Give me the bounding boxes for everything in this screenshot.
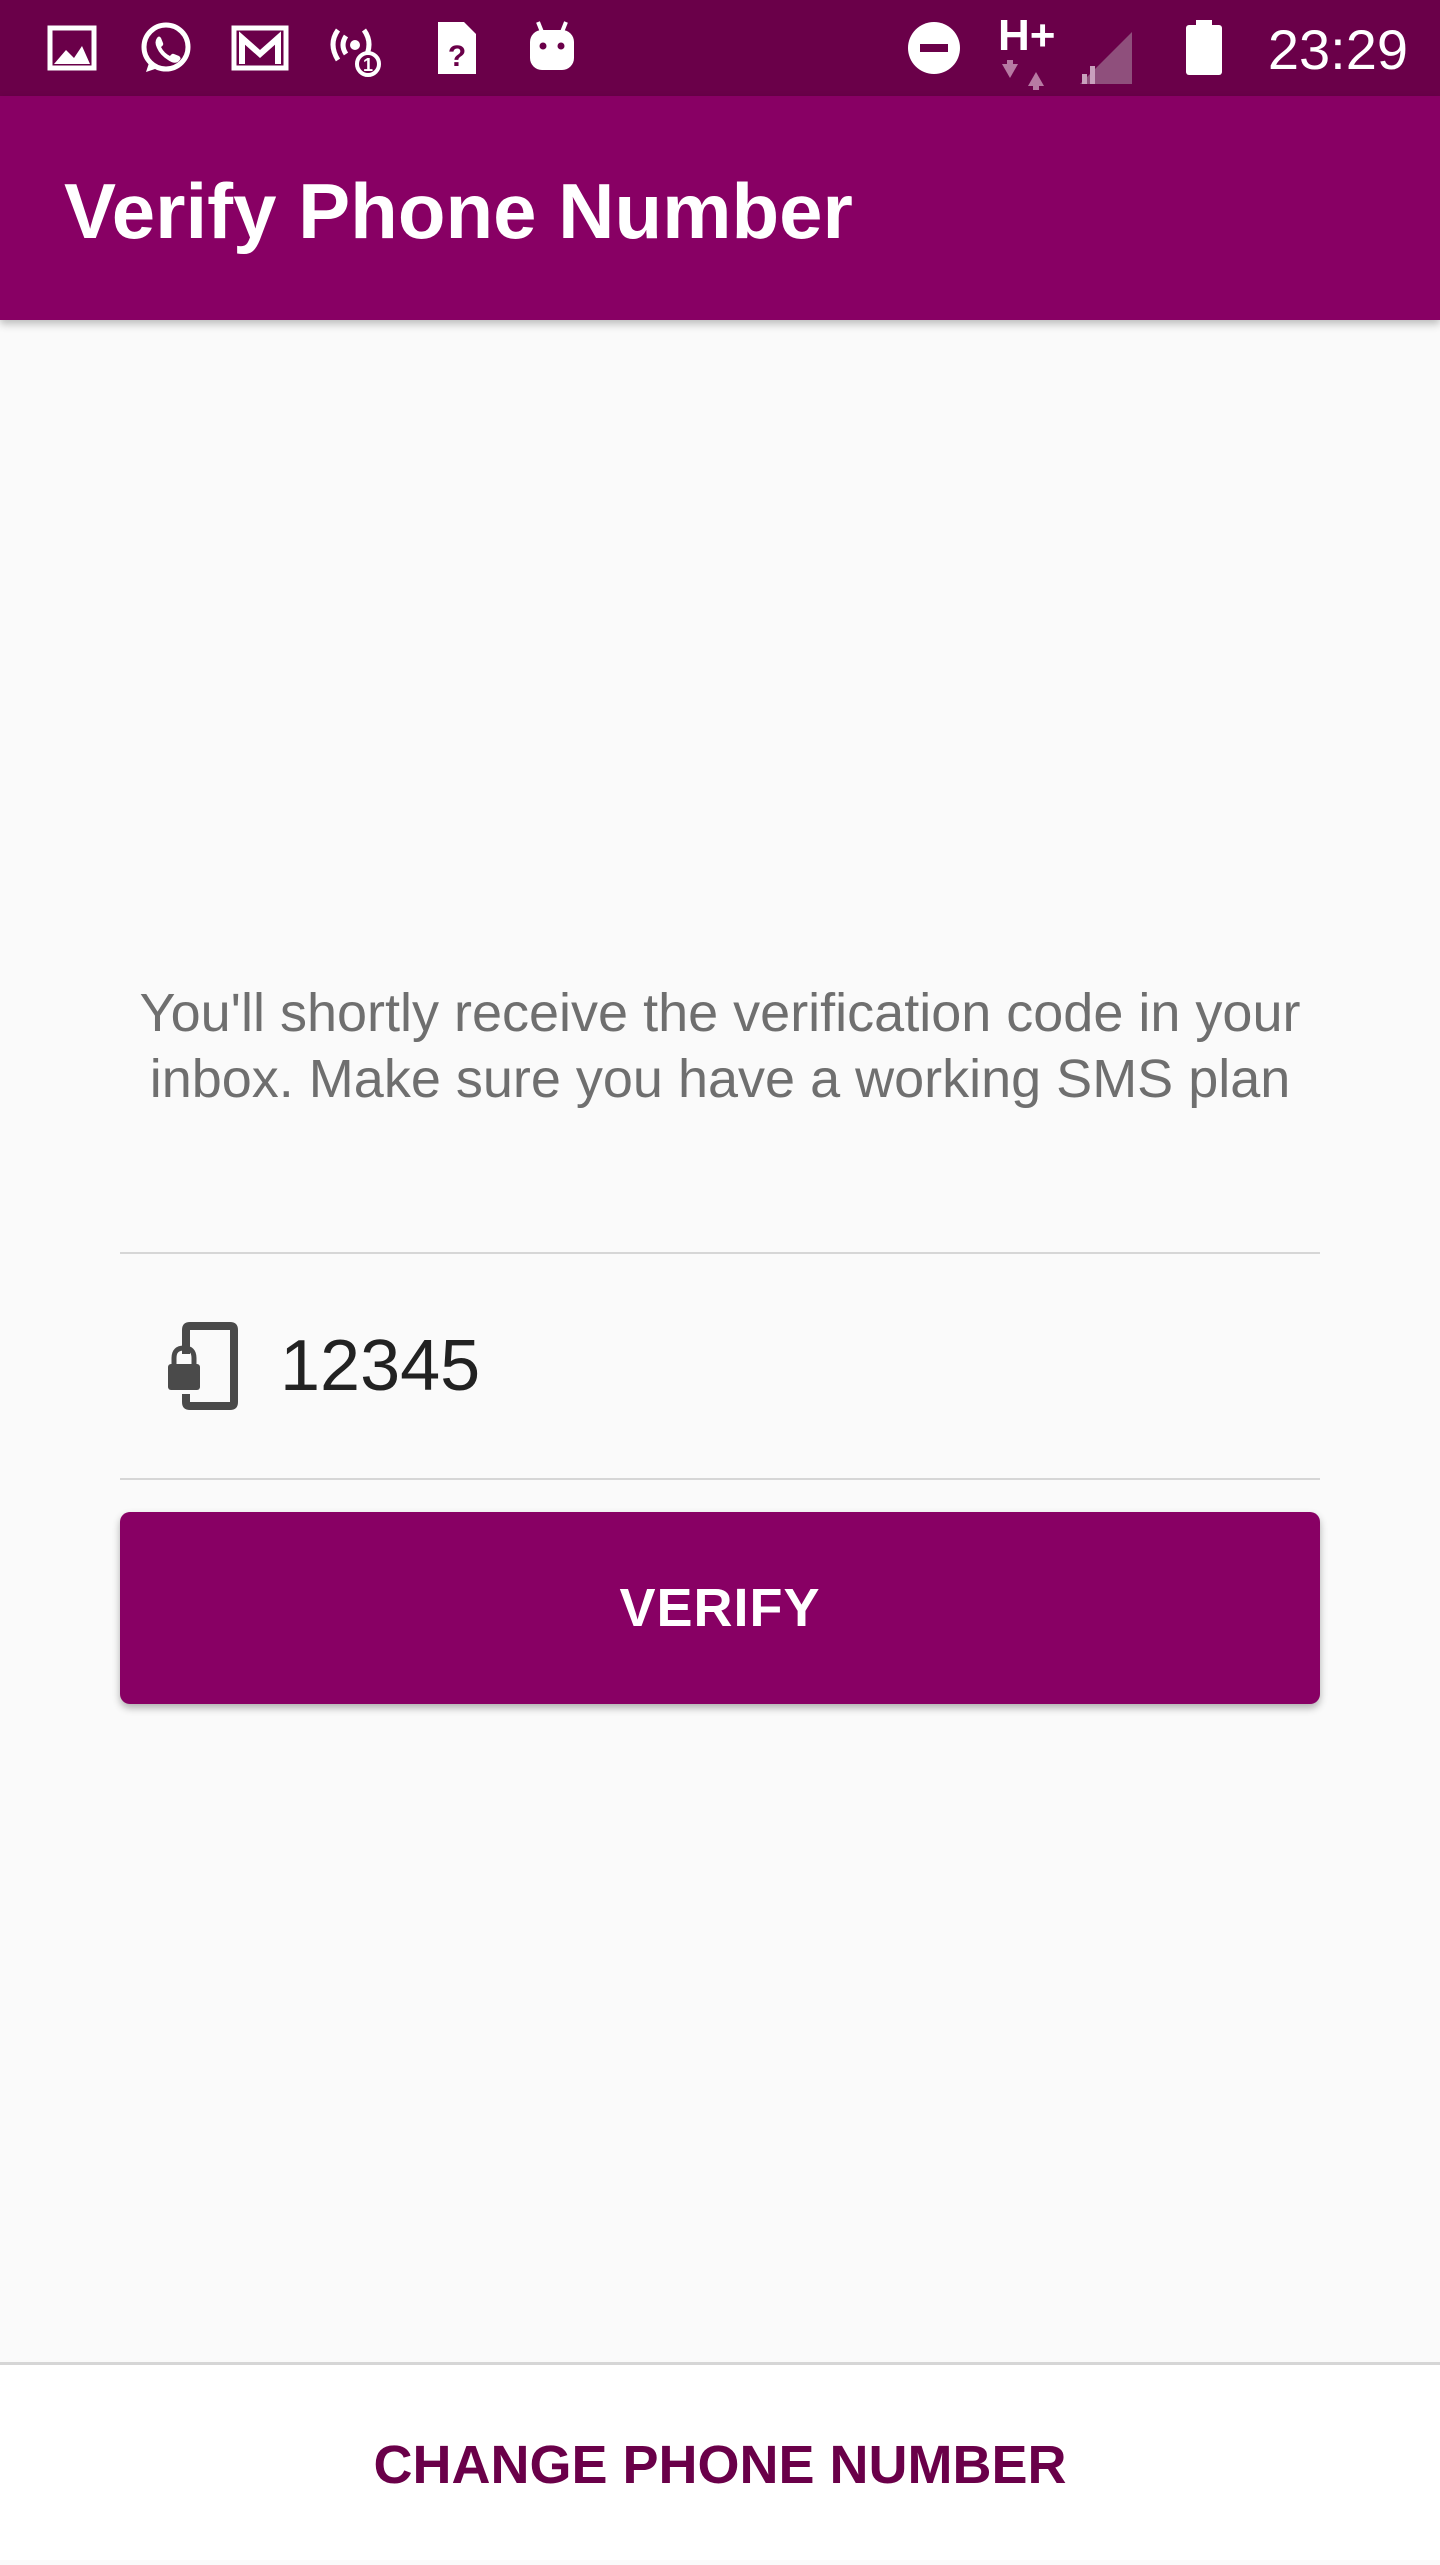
page-title: Verify Phone Number xyxy=(64,167,853,255)
verify-button[interactable]: VERIFY xyxy=(120,1512,1320,1704)
status-bar: 1 ? H+ 23:29 xyxy=(0,0,1440,96)
android-icon xyxy=(530,21,574,70)
svg-text:?: ? xyxy=(448,40,466,73)
whatsapp-icon xyxy=(141,22,191,72)
app-bar: Verify Phone Number xyxy=(0,96,1440,320)
do-not-disturb-icon xyxy=(908,22,960,74)
signal-icon xyxy=(1080,32,1132,84)
gmail-icon xyxy=(231,25,289,71)
change-phone-number-button[interactable]: CHANGE PHONE NUMBER xyxy=(0,2365,1440,2563)
sim-unknown-icon: ? xyxy=(438,22,476,74)
status-time: 23:29 xyxy=(1267,18,1408,81)
verification-code-input[interactable] xyxy=(280,1294,1280,1438)
divider-bottom xyxy=(120,1478,1320,1480)
network-type-icon: H+ xyxy=(994,10,1074,90)
bottom-bar: CHANGE PHONE NUMBER xyxy=(0,2362,1440,2560)
network-type-label: H+ xyxy=(998,11,1056,60)
hotspot-icon: 1 xyxy=(330,28,381,77)
image-icon xyxy=(47,25,97,71)
data-arrows-icon xyxy=(1002,60,1044,90)
battery-icon xyxy=(1186,20,1222,75)
phone-lock-icon xyxy=(168,1322,238,1410)
verification-message: You'll shortly receive the verification … xyxy=(139,983,1301,1109)
svg-text:1: 1 xyxy=(363,55,373,75)
verification-code-field[interactable] xyxy=(120,1254,1320,1478)
